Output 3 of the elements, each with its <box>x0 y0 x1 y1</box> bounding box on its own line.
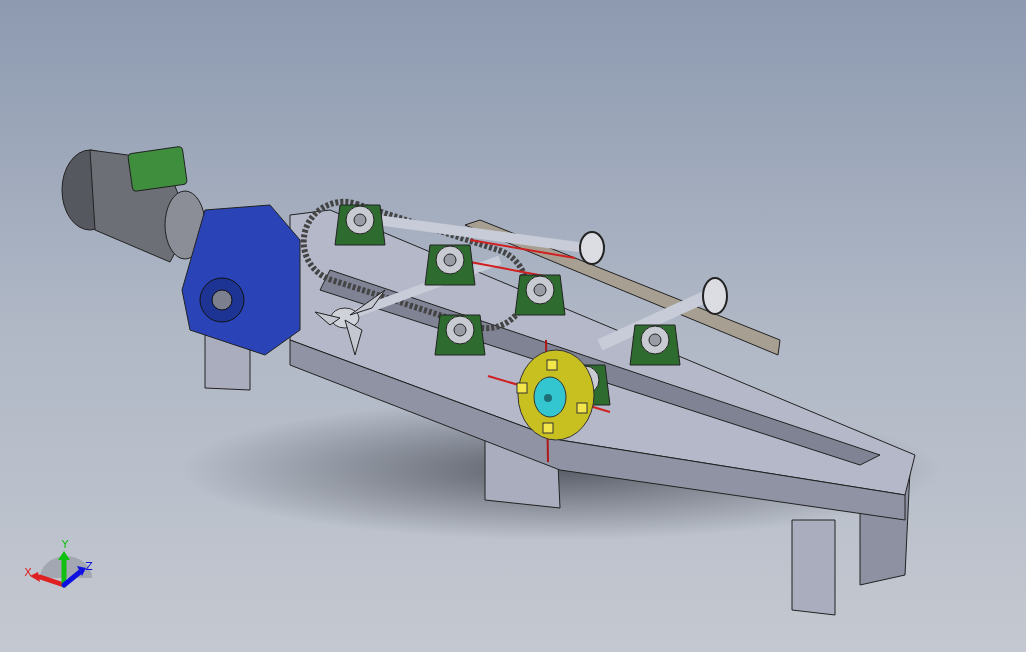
axis-label: X <box>24 566 32 579</box>
axis-label: Z <box>85 560 93 573</box>
axis-label: Y <box>61 538 69 551</box>
